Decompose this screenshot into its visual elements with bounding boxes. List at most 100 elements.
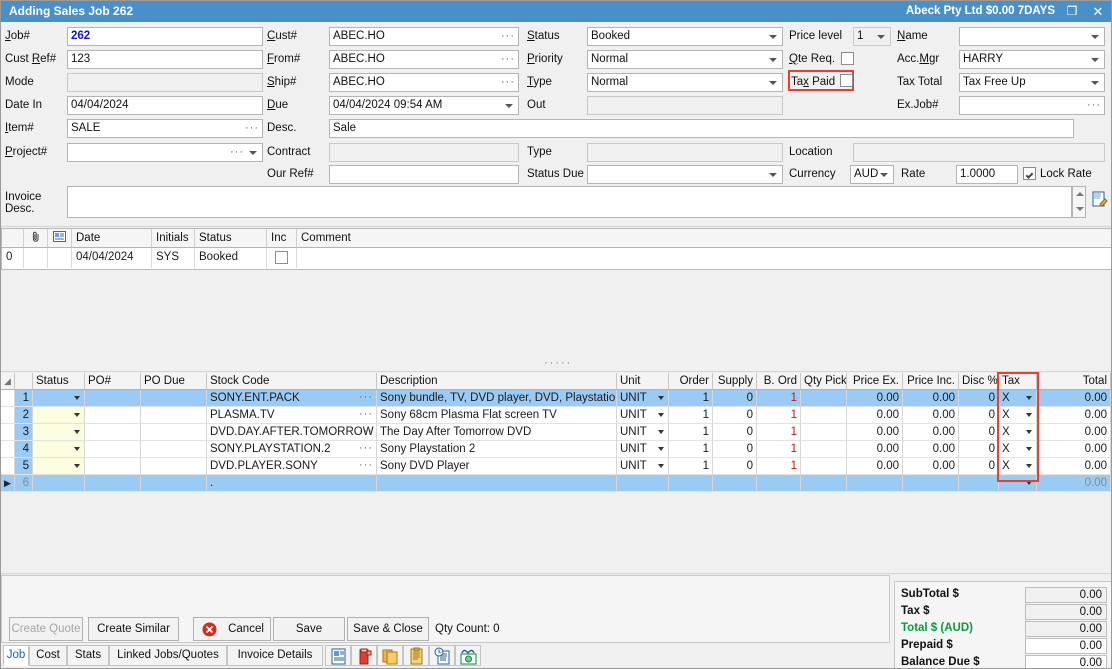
comment-row-inc-checkbox[interactable] bbox=[275, 251, 288, 264]
type-chevron-down-icon[interactable] bbox=[765, 74, 780, 91]
item-row-2-ind[interactable] bbox=[1, 407, 15, 424]
item-grid-header-order[interactable]: Order bbox=[669, 373, 713, 390]
status-chevron-down-icon[interactable] bbox=[765, 28, 780, 45]
out-field[interactable] bbox=[587, 96, 783, 115]
item-row-1-order[interactable]: 1 bbox=[669, 390, 713, 407]
status-due-chevron-down-icon[interactable] bbox=[765, 166, 780, 183]
due-field[interactable]: 04/04/2024 09:54 AM bbox=[329, 96, 519, 115]
gift-money-icon[interactable] bbox=[455, 645, 481, 666]
item-row-4-n[interactable]: 4 bbox=[15, 441, 33, 458]
create-quote-button[interactable]: Create Quote bbox=[9, 617, 83, 641]
close-icon[interactable]: ✕ bbox=[1085, 1, 1111, 22]
item-row-4-po[interactable] bbox=[85, 441, 141, 458]
price-level-chevron-down-icon[interactable] bbox=[873, 28, 888, 45]
item-row-6-pinc[interactable] bbox=[903, 475, 959, 492]
item-row-5-bord[interactable]: 1 bbox=[757, 458, 801, 475]
item-row-3-n[interactable]: 3 bbox=[15, 424, 33, 441]
spinner-down-icon[interactable] bbox=[1076, 207, 1084, 211]
item-row-2-pinc[interactable]: 0.00 bbox=[903, 407, 959, 424]
comment-grid-col-comment[interactable]: Comment bbox=[297, 229, 1112, 248]
from-no-field[interactable]: ABEC.HO ··· bbox=[329, 50, 519, 69]
item-row-2-total[interactable]: 0.00 bbox=[1037, 407, 1111, 424]
item-row-3-podue[interactable] bbox=[141, 424, 207, 441]
item-row-5-supply[interactable]: 0 bbox=[713, 458, 757, 475]
tax-total-chevron-down-icon[interactable] bbox=[1087, 74, 1102, 91]
item-grid-header-desc[interactable]: Description bbox=[377, 373, 617, 390]
item-grid-header-stock[interactable]: Stock Code bbox=[207, 373, 377, 390]
item-row-5-total[interactable]: 0.00 bbox=[1037, 458, 1111, 475]
item-row-4-status[interactable] bbox=[33, 441, 85, 458]
item-row-1-pex[interactable]: 0.00 bbox=[847, 390, 903, 407]
item-grid-header-qtypick[interactable]: Qty Pick bbox=[801, 373, 847, 390]
item-row-2-n[interactable]: 2 bbox=[15, 407, 33, 424]
item-no-ellipsis-icon[interactable]: ··· bbox=[245, 120, 259, 137]
item-row-1-stock[interactable]: SONY.ENT.PACK··· bbox=[207, 390, 377, 407]
comment-grid-col-date[interactable]: Date bbox=[72, 229, 152, 248]
item-row-5-pinc[interactable]: 0.00 bbox=[903, 458, 959, 475]
cust-no-ellipsis-icon[interactable]: ··· bbox=[501, 28, 515, 45]
item-row-1-status[interactable] bbox=[33, 390, 85, 407]
item-row-3-pinc[interactable]: 0.00 bbox=[903, 424, 959, 441]
ex-job-field[interactable]: ··· bbox=[959, 96, 1105, 115]
comment-row-date[interactable]: 04/04/2024 bbox=[72, 248, 152, 268]
rate-field[interactable]: 1.0000 bbox=[956, 165, 1018, 184]
comment-row-initials[interactable]: SYS bbox=[152, 248, 195, 268]
item-row-6-unit[interactable] bbox=[617, 475, 669, 492]
total-value-3[interactable]: 0.00 bbox=[1025, 638, 1107, 654]
item-row-5-desc[interactable]: Sony DVD Player bbox=[377, 458, 617, 475]
history-icon[interactable] bbox=[429, 645, 455, 666]
tab-linked-jobs-quotes[interactable]: Linked Jobs/Quotes bbox=[109, 645, 227, 666]
item-grid-header-ind[interactable]: ◢ bbox=[1, 373, 15, 390]
item-row-5-disc[interactable]: 0 bbox=[959, 458, 999, 475]
item-row-1-ind[interactable] bbox=[1, 390, 15, 407]
priority-chevron-down-icon[interactable] bbox=[765, 51, 780, 68]
item-row-2-qtypick[interactable] bbox=[801, 407, 847, 424]
priority-field[interactable]: Normal bbox=[587, 50, 783, 69]
item-grid-header-total[interactable]: Total bbox=[1037, 373, 1111, 390]
item-grid-header-status[interactable]: Status bbox=[33, 373, 85, 390]
item-grid-header-supply[interactable]: Supply bbox=[713, 373, 757, 390]
item-grid-header-pex[interactable]: Price Ex. bbox=[847, 373, 903, 390]
item-row-4-desc[interactable]: Sony Playstation 2 bbox=[377, 441, 617, 458]
item-row-5-pex[interactable]: 0.00 bbox=[847, 458, 903, 475]
item-row-4-order[interactable]: 1 bbox=[669, 441, 713, 458]
item-row-5-unit[interactable]: UNIT bbox=[617, 458, 669, 475]
item-grid-header-disc[interactable]: Disc % bbox=[959, 373, 999, 390]
item-row-6-status[interactable] bbox=[33, 475, 85, 492]
item-row-6-qtypick[interactable] bbox=[801, 475, 847, 492]
currency-field[interactable]: AUD bbox=[850, 165, 894, 184]
item-row-3-order[interactable]: 1 bbox=[669, 424, 713, 441]
stock-ellipsis-icon[interactable]: ··· bbox=[359, 458, 373, 473]
total-value-4[interactable]: 0.00 bbox=[1025, 655, 1107, 669]
item-row-4-podue[interactable] bbox=[141, 441, 207, 458]
ship-no-field[interactable]: ABEC.HO ··· bbox=[329, 73, 519, 92]
our-ref-field[interactable] bbox=[329, 165, 519, 184]
project-no-ellipsis-icon[interactable]: ··· bbox=[230, 144, 244, 161]
item-row-3-total[interactable]: 0.00 bbox=[1037, 424, 1111, 441]
item-row-6-podue[interactable] bbox=[141, 475, 207, 492]
item-row-2-disc[interactable]: 0 bbox=[959, 407, 999, 424]
item-row-3-pex[interactable]: 0.00 bbox=[847, 424, 903, 441]
comment-row-inc[interactable] bbox=[267, 248, 297, 268]
item-row-2-order[interactable]: 1 bbox=[669, 407, 713, 424]
item-row-5-stock[interactable]: DVD.PLAYER.SONY··· bbox=[207, 458, 377, 475]
cancel-button[interactable]: Cancel bbox=[193, 617, 271, 641]
item-row-3-bord[interactable]: 1 bbox=[757, 424, 801, 441]
copy-icon[interactable] bbox=[377, 645, 403, 666]
lock-rate-checkbox[interactable] bbox=[1023, 167, 1036, 180]
item-row-2-stock[interactable]: PLASMA.TV··· bbox=[207, 407, 377, 424]
item-row-6-disc[interactable] bbox=[959, 475, 999, 492]
item-row-1-po[interactable] bbox=[85, 390, 141, 407]
desc-field[interactable]: Sale bbox=[329, 119, 1074, 138]
item-grid-header-po[interactable]: PO# bbox=[85, 373, 141, 390]
comment-row-attach[interactable] bbox=[24, 248, 48, 268]
qte-req-checkbox[interactable] bbox=[841, 52, 854, 65]
date-in-field[interactable]: 04/04/2024 bbox=[67, 96, 263, 115]
acc-mgr-field[interactable]: HARRY bbox=[959, 50, 1105, 69]
save-button[interactable]: Save bbox=[273, 617, 345, 641]
item-row-4-bord[interactable]: 1 bbox=[757, 441, 801, 458]
spinner-up-icon[interactable] bbox=[1076, 192, 1084, 196]
cust-ref-field[interactable]: 123 bbox=[67, 50, 263, 69]
job-no-field[interactable]: 262 bbox=[67, 27, 263, 46]
comment-grid-col-note[interactable] bbox=[48, 229, 72, 248]
